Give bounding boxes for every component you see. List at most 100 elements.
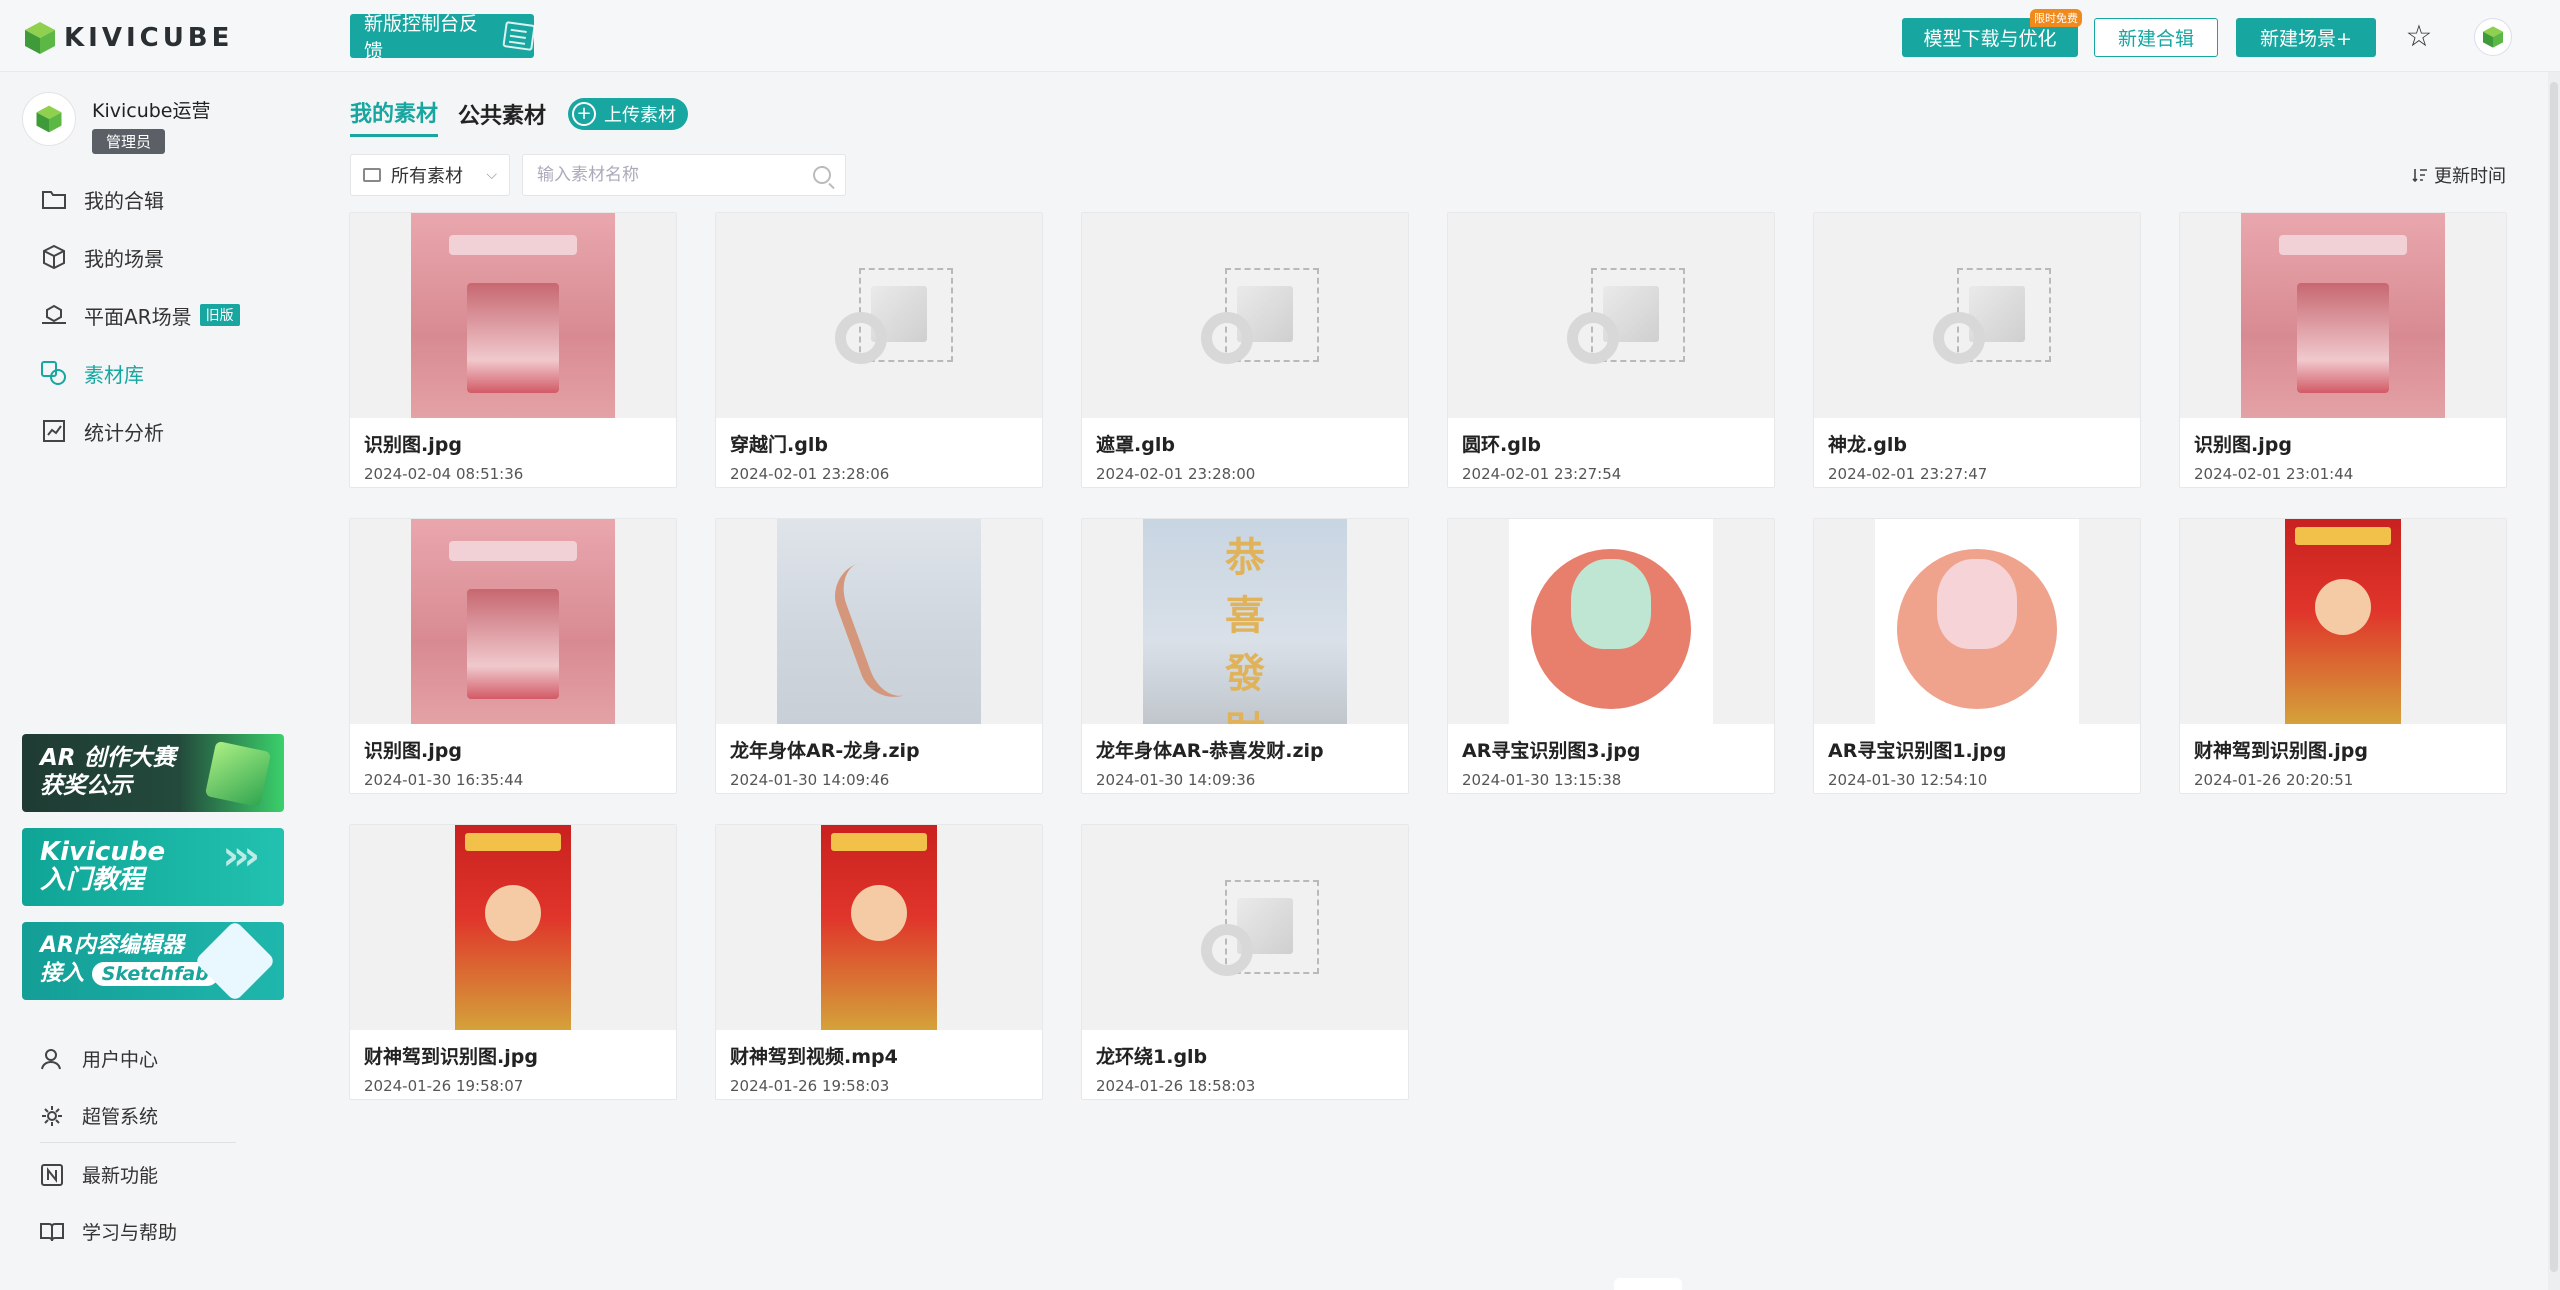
avatar — [22, 92, 76, 146]
sidebar-item-scenes[interactable]: 我的场景 — [0, 228, 280, 286]
material-thumbnail — [1448, 519, 1774, 724]
plus-icon: + — [572, 101, 597, 126]
material-thumbnail — [350, 519, 676, 724]
material-name: 神龙.glb — [1828, 434, 1907, 456]
card-meta: 穿越门.glb 2024-02-01 23:28:06 — [716, 418, 1042, 487]
material-card[interactable]: 财神驾到视频.mp4 2024-01-26 19:58:03 — [715, 824, 1043, 1100]
star-icon[interactable]: ☆ — [2402, 20, 2436, 54]
card-meta: 识别图.jpg 2024-01-30 16:35:44 — [350, 724, 676, 793]
cube-avatar-icon — [2483, 26, 2503, 48]
logo-cube-icon — [25, 22, 55, 54]
role-badge: 管理员 — [92, 129, 166, 154]
material-card[interactable]: 神龙.glb 2024-02-01 23:27:47 — [1813, 212, 2141, 488]
sidebar-item-label: 最新功能 — [82, 1165, 159, 1187]
upload-button[interactable]: + 上传素材 — [568, 97, 689, 130]
model-placeholder-icon — [1917, 256, 2051, 376]
sort-icon — [2412, 169, 2427, 183]
user-profile[interactable]: Kivicube运营 管理员 — [22, 92, 211, 154]
material-date: 2024-01-30 16:35:44 — [364, 771, 524, 789]
old-version-badge: 旧版 — [199, 304, 240, 326]
sort-by-update-time[interactable]: 更新时间 — [2412, 162, 2506, 188]
chart-icon — [40, 417, 68, 445]
card-meta: 神龙.glb 2024-02-01 23:27:47 — [1814, 418, 2140, 487]
new-album-button[interactable]: 新建合辑 — [2094, 18, 2218, 57]
sidebar-nav: 我的合辑 我的场景 平面AR场景 旧版 素材库 统计分析 — [0, 170, 280, 460]
cube-avatar-icon — [36, 105, 62, 133]
material-card[interactable]: 恭喜發財龙年身体AR-恭喜发财.zip 2024-01-30 14:09:36 — [1081, 518, 1409, 794]
card-meta: AR寻宝识别图1.jpg 2024-01-30 12:54:10 — [1814, 724, 2140, 793]
new-scene-button[interactable]: 新建场景+ — [2236, 18, 2376, 57]
back-to-top-tab[interactable] — [1614, 1278, 1682, 1290]
search-icon[interactable] — [813, 166, 831, 184]
material-name: 识别图.jpg — [364, 434, 462, 456]
model-download-button[interactable]: 模型下载与优化 限时免费 — [1902, 9, 2082, 57]
material-card[interactable]: 圆环.glb 2024-02-01 23:27:54 — [1447, 212, 1775, 488]
model-placeholder-icon — [1551, 256, 1685, 376]
material-card[interactable]: 财神驾到识别图.jpg 2024-01-26 20:20:51 — [2179, 518, 2507, 794]
sidebar-item-user-center[interactable]: 用户中心 — [0, 1030, 280, 1087]
search-input[interactable] — [537, 165, 813, 185]
upload-label: 上传素材 — [604, 104, 677, 126]
sidebar-item-analytics[interactable]: 统计分析 — [0, 402, 280, 460]
material-library-icon — [40, 359, 68, 387]
material-date: 2024-01-30 12:54:10 — [1828, 771, 1988, 789]
material-type-select[interactable]: 所有素材 ⌵ — [350, 154, 510, 196]
sidebar-item-label: 我的合辑 — [84, 188, 164, 213]
card-meta: 龙年身体AR-龙身.zip 2024-01-30 14:09:46 — [716, 724, 1042, 793]
thumbnail-image — [455, 825, 571, 1030]
material-card[interactable]: 遮罩.glb 2024-02-01 23:28:00 — [1081, 212, 1409, 488]
logo[interactable]: KIVICUBE — [22, 20, 233, 56]
promo-banner-contest[interactable]: AR 创作大赛 获奖公示 — [22, 734, 284, 812]
sidebar-item-plane-ar[interactable]: 平面AR场景 旧版 — [0, 286, 280, 344]
folder-icon — [363, 168, 381, 182]
promo-banner-tutorial[interactable]: Kivicube 入门教程 ››› — [22, 828, 284, 906]
document-icon — [502, 21, 536, 51]
material-name: 识别图.jpg — [2194, 434, 2292, 456]
material-tabs: 我的素材 公共素材 + 上传素材 — [350, 96, 689, 137]
thumbnail-image — [411, 213, 615, 418]
material-card[interactable]: 龙环绕1.glb 2024-01-26 18:58:03 — [1081, 824, 1409, 1100]
material-thumbnail — [1082, 213, 1408, 418]
sidebar-item-albums[interactable]: 我的合辑 — [0, 170, 280, 228]
material-date: 2024-02-04 08:51:36 — [364, 465, 524, 483]
sidebar-item-admin[interactable]: 超管系统 — [0, 1087, 280, 1144]
sidebar-item-label: 我的场景 — [84, 246, 164, 271]
tab-public-materials[interactable]: 公共素材 — [458, 98, 546, 136]
material-date: 2024-02-01 23:27:47 — [1828, 465, 1988, 483]
model-placeholder-icon — [1185, 868, 1319, 988]
material-card[interactable]: 识别图.jpg 2024-01-30 16:35:44 — [349, 518, 677, 794]
thumbnail-image — [411, 519, 615, 724]
material-date: 2024-02-01 23:28:00 — [1096, 465, 1256, 483]
chevron-down-icon: ⌵ — [486, 167, 497, 183]
filter-value: 所有素材 — [391, 166, 463, 187]
thumbnail-image — [1875, 519, 2079, 724]
material-name: 识别图.jpg — [364, 740, 462, 762]
top-bar: KIVICUBE 新版控制台反馈 模型下载与优化 限时免费 新建合辑 新建场景+… — [0, 0, 2560, 72]
promo-banner-sketchfab[interactable]: AR内容编辑器 接入 Sketchfab — [22, 922, 284, 1000]
sidebar-item-new-features[interactable]: 最新功能 — [0, 1146, 280, 1203]
card-meta: 财神驾到视频.mp4 2024-01-26 19:58:03 — [716, 1030, 1042, 1099]
material-card[interactable]: 识别图.jpg 2024-02-01 23:01:44 — [2179, 212, 2507, 488]
header-avatar[interactable] — [2474, 18, 2512, 56]
sidebar-item-material-library[interactable]: 素材库 — [0, 344, 280, 402]
card-meta: 财神驾到识别图.jpg 2024-01-26 19:58:07 — [350, 1030, 676, 1099]
feedback-button[interactable]: 新版控制台反馈 — [350, 13, 536, 62]
card-meta: 龙环绕1.glb 2024-01-26 18:58:03 — [1082, 1030, 1408, 1099]
sidebar-bottom-nav: 用户中心 超管系统 最新功能 学习与帮助 — [0, 1030, 280, 1260]
arrows-icon: ››› — [222, 833, 261, 879]
thumbnail-image: 恭喜發財 — [1143, 519, 1347, 724]
sidebar-item-help[interactable]: 学习与帮助 — [0, 1203, 280, 1260]
material-card[interactable]: AR寻宝识别图3.jpg 2024-01-30 13:15:38 — [1447, 518, 1775, 794]
material-date: 2024-01-26 20:20:51 — [2194, 771, 2354, 789]
material-card[interactable]: 龙年身体AR-龙身.zip 2024-01-30 14:09:46 — [715, 518, 1043, 794]
material-card[interactable]: 识别图.jpg 2024-02-04 08:51:36 — [349, 212, 677, 488]
material-card[interactable]: AR寻宝识别图1.jpg 2024-01-30 12:54:10 — [1813, 518, 2141, 794]
user-name: Kivicube运营 — [92, 100, 211, 122]
tab-my-materials[interactable]: 我的素材 — [350, 96, 439, 137]
vertical-scrollbar[interactable] — [2548, 72, 2560, 1290]
material-thumbnail — [1814, 213, 2140, 418]
material-thumbnail — [1082, 825, 1408, 1030]
card-meta: 识别图.jpg 2024-02-04 08:51:36 — [350, 418, 676, 487]
material-card[interactable]: 穿越门.glb 2024-02-01 23:28:06 — [715, 212, 1043, 488]
material-card[interactable]: 财神驾到识别图.jpg 2024-01-26 19:58:07 — [349, 824, 677, 1100]
